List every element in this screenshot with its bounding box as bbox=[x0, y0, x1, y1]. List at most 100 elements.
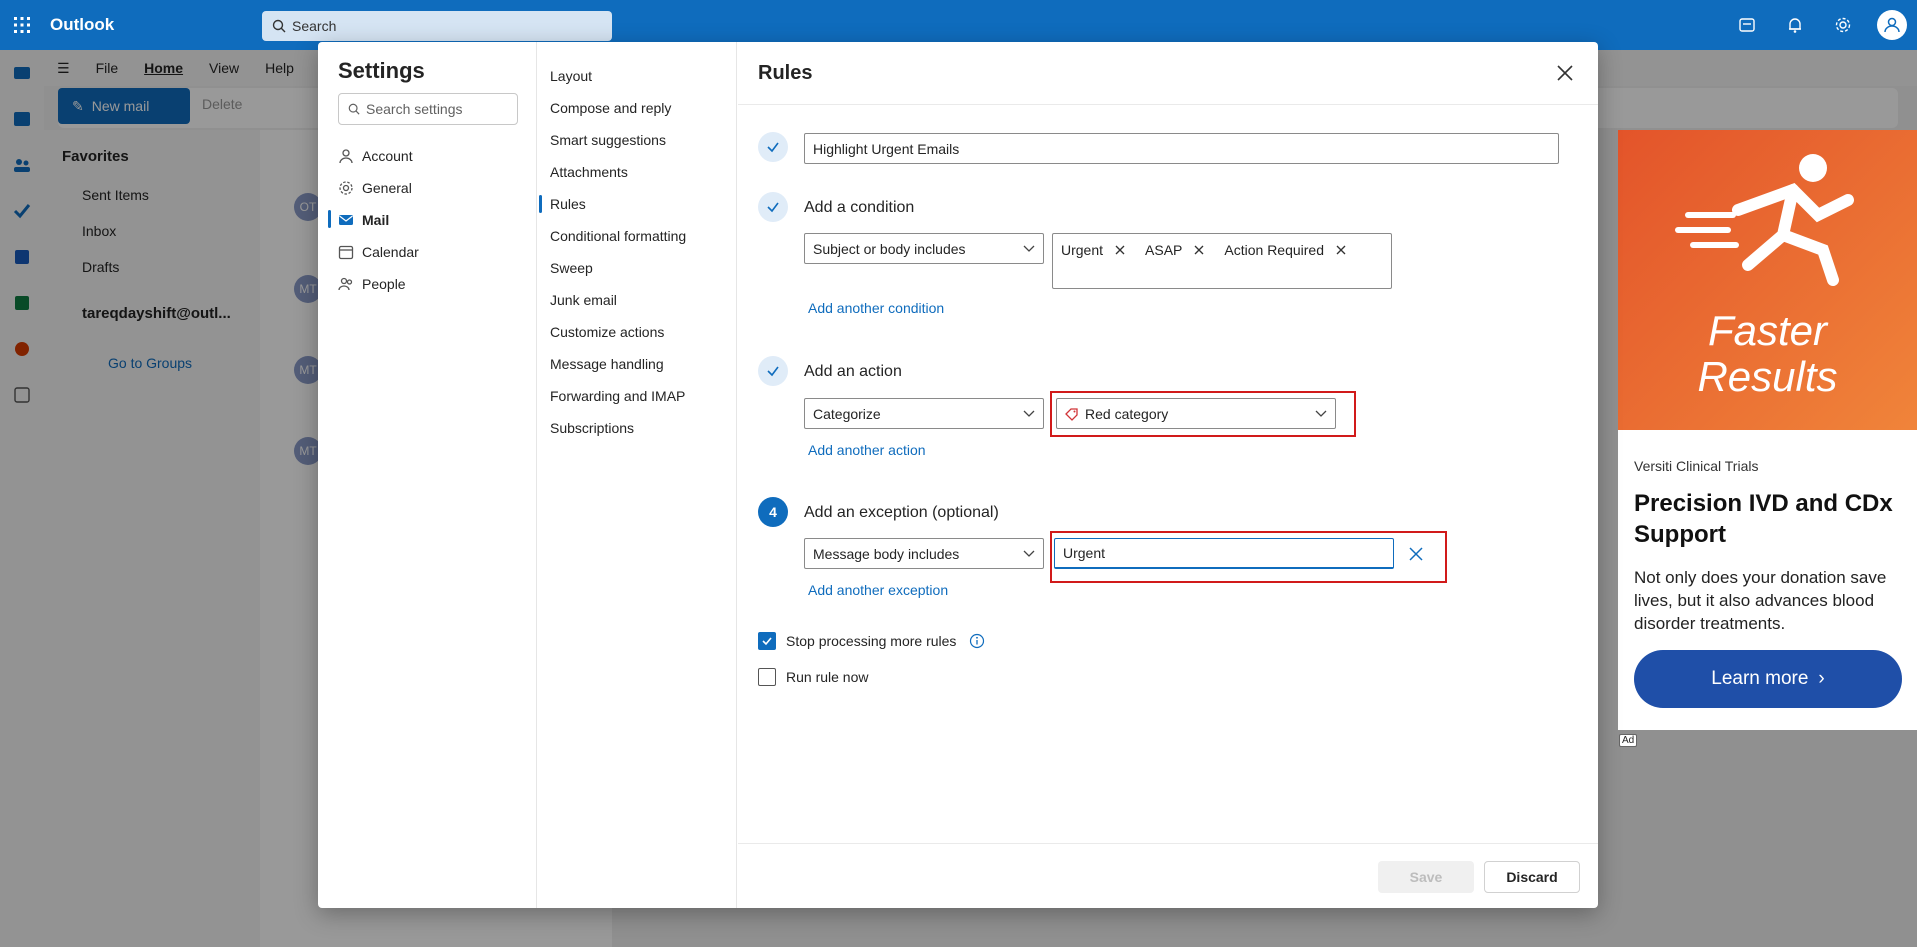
remove-chip-icon[interactable] bbox=[1115, 245, 1125, 255]
exception-type-value: Message body includes bbox=[813, 545, 960, 562]
action-type-value: Categorize bbox=[813, 405, 881, 422]
search-icon bbox=[348, 103, 360, 115]
search-settings-placeholder: Search settings bbox=[366, 101, 463, 117]
clear-icon[interactable] bbox=[1406, 544, 1426, 564]
checkmark-icon bbox=[762, 637, 772, 646]
keyword-text: ASAP bbox=[1145, 242, 1183, 258]
divider bbox=[738, 104, 1598, 105]
keyword-chip: Action Required bbox=[1220, 240, 1350, 260]
category-label: General bbox=[362, 180, 412, 196]
rules-editor: Rules Highlight Urgent Emails Add a cond… bbox=[738, 42, 1598, 908]
ad-image-text: Faster bbox=[1707, 307, 1828, 354]
condition-label: Add a condition bbox=[804, 199, 915, 216]
run-rule-now-label: Run rule now bbox=[786, 669, 869, 685]
remove-chip-icon[interactable] bbox=[1336, 245, 1346, 255]
close-icon[interactable] bbox=[1552, 60, 1578, 86]
keyword-text: Action Required bbox=[1224, 242, 1325, 258]
gear-icon bbox=[338, 180, 362, 196]
category-label: Account bbox=[362, 148, 413, 164]
settings-categories: Settings Search settings Account General… bbox=[318, 42, 537, 908]
chevron-down-icon bbox=[1023, 245, 1035, 252]
ad-brand: Versiti Clinical Trials bbox=[1634, 458, 1759, 474]
stop-processing-checkbox[interactable] bbox=[758, 632, 776, 650]
search-icon bbox=[272, 19, 286, 33]
active-indicator bbox=[539, 195, 542, 213]
action-type-dropdown[interactable]: Categorize bbox=[804, 398, 1044, 429]
search-placeholder: Search bbox=[292, 18, 337, 34]
remove-chip-icon[interactable] bbox=[1194, 245, 1204, 255]
category-people[interactable]: People bbox=[338, 269, 528, 299]
category-account[interactable]: Account bbox=[338, 141, 528, 171]
settings-dialog: Settings Search settings Account General… bbox=[318, 42, 1598, 908]
app-name[interactable]: Outlook bbox=[50, 15, 262, 35]
keyword-text: Urgent bbox=[1061, 242, 1104, 258]
mail-subcategories: Layout Compose and reply Smart suggestio… bbox=[537, 42, 737, 908]
category-value-dropdown[interactable]: Red category bbox=[1056, 398, 1336, 429]
add-another-exception-link[interactable]: Add another exception bbox=[808, 582, 948, 598]
condition-type-value: Subject or body includes bbox=[813, 240, 966, 257]
subcategory-compose-and-reply[interactable]: Compose and reply bbox=[550, 98, 671, 118]
my-day-icon[interactable] bbox=[1723, 0, 1771, 50]
subcategory-smart-suggestions[interactable]: Smart suggestions bbox=[550, 130, 666, 150]
category-label: Calendar bbox=[362, 244, 419, 260]
gear-icon[interactable] bbox=[1819, 0, 1867, 50]
subcategory-message-handling[interactable]: Message handling bbox=[550, 354, 664, 374]
subcategory-junk-email[interactable]: Junk email bbox=[550, 290, 617, 310]
stop-processing-label: Stop processing more rules bbox=[786, 633, 957, 649]
step-complete-check-icon bbox=[758, 192, 788, 222]
waffle-icon[interactable] bbox=[0, 0, 44, 50]
add-another-condition-link[interactable]: Add another condition bbox=[808, 300, 944, 316]
exception-label: Add an exception (optional) bbox=[804, 504, 999, 521]
ad-body: Not only does your donation save lives, … bbox=[1634, 568, 1887, 633]
bell-icon[interactable] bbox=[1771, 0, 1819, 50]
account-icon[interactable] bbox=[1877, 10, 1907, 40]
ad-image: Faster Results bbox=[1618, 130, 1917, 430]
subcategory-forwarding-and-imap[interactable]: Forwarding and IMAP bbox=[550, 386, 685, 406]
person-icon bbox=[338, 148, 362, 164]
ad-learn-more-button[interactable]: Learn more › bbox=[1634, 650, 1902, 708]
exception-keyword-value: Urgent bbox=[1063, 545, 1106, 561]
subcategory-rules[interactable]: Rules bbox=[550, 194, 586, 214]
save-button[interactable]: Save bbox=[1378, 861, 1474, 893]
runner-icon bbox=[1675, 154, 1854, 286]
settings-title: Settings bbox=[338, 58, 425, 83]
category-value: Red category bbox=[1085, 405, 1169, 422]
subcategory-layout[interactable]: Layout bbox=[550, 66, 592, 86]
calendar-icon bbox=[338, 244, 362, 260]
divider bbox=[738, 843, 1598, 844]
chevron-down-icon bbox=[1023, 550, 1035, 557]
discard-button[interactable]: Discard bbox=[1484, 861, 1580, 893]
subcategory-conditional-formatting[interactable]: Conditional formatting bbox=[550, 226, 686, 246]
category-calendar[interactable]: Calendar bbox=[338, 237, 528, 267]
ad-image-text: Results bbox=[1697, 353, 1838, 400]
category-general[interactable]: General bbox=[338, 173, 528, 203]
chevron-right-icon: › bbox=[1818, 668, 1825, 689]
chevron-down-icon bbox=[1315, 410, 1327, 417]
exception-keyword-input[interactable]: Urgent bbox=[1054, 538, 1394, 569]
step-complete-check-icon bbox=[758, 132, 788, 162]
rule-name-input[interactable]: Highlight Urgent Emails bbox=[804, 133, 1559, 164]
step-complete-check-icon bbox=[758, 356, 788, 386]
tag-icon bbox=[1065, 407, 1078, 421]
step-number: 4 bbox=[758, 497, 788, 527]
rule-name-value: Highlight Urgent Emails bbox=[813, 140, 960, 157]
subcategory-attachments[interactable]: Attachments bbox=[550, 162, 628, 182]
condition-type-dropdown[interactable]: Subject or body includes bbox=[804, 233, 1044, 264]
active-indicator bbox=[328, 210, 331, 228]
add-another-action-link[interactable]: Add another action bbox=[808, 442, 926, 458]
category-label: People bbox=[362, 276, 406, 292]
ad-panel[interactable]: Faster Results Versiti Clinical Trials P… bbox=[1618, 130, 1917, 730]
subcategory-subscriptions[interactable]: Subscriptions bbox=[550, 418, 634, 438]
search-box[interactable]: Search bbox=[262, 11, 612, 41]
ad-cta-label: Learn more bbox=[1711, 668, 1809, 689]
run-rule-now-checkbox[interactable] bbox=[758, 668, 776, 686]
subcategory-sweep[interactable]: Sweep bbox=[550, 258, 593, 278]
info-icon[interactable] bbox=[969, 633, 985, 652]
subcategory-customize-actions[interactable]: Customize actions bbox=[550, 322, 664, 342]
category-mail[interactable]: Mail bbox=[338, 205, 528, 235]
exception-type-dropdown[interactable]: Message body includes bbox=[804, 538, 1044, 569]
search-settings-input[interactable]: Search settings bbox=[338, 93, 518, 125]
category-label: Mail bbox=[362, 212, 390, 228]
condition-keywords-input[interactable]: Urgent ASAP Action Required bbox=[1052, 233, 1392, 289]
mail-icon bbox=[338, 212, 362, 228]
